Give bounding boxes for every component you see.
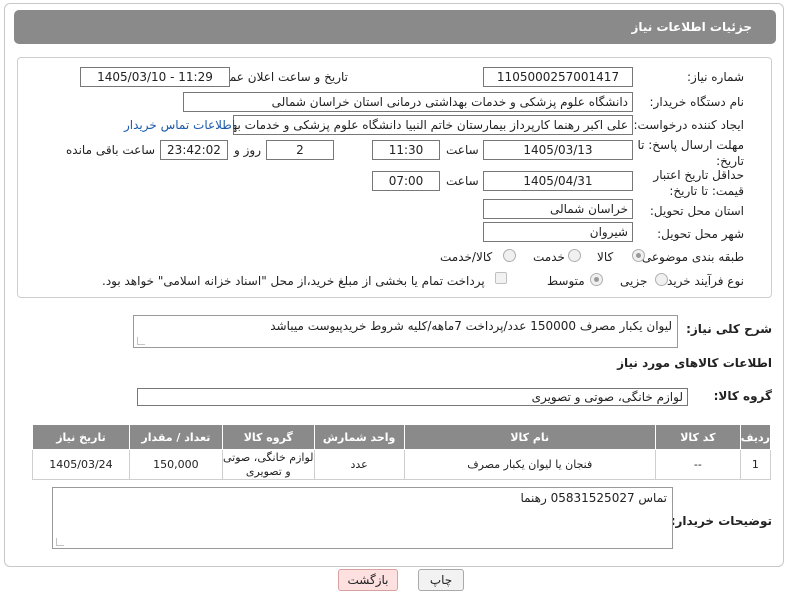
category-label: طبقه بندی موضوعی: bbox=[637, 250, 744, 264]
deadline-date-field: 1405/03/13 bbox=[483, 140, 633, 160]
buyer-label: نام دستگاه خریدار: bbox=[649, 95, 745, 109]
buyer-notes-label: توضیحات خریدار: bbox=[670, 514, 772, 528]
table-cell: -- bbox=[654, 449, 741, 480]
category-service-label: خدمت bbox=[533, 250, 565, 264]
remaining-time-field: 23:42:02 bbox=[160, 140, 228, 160]
category-goods-radio[interactable] bbox=[632, 249, 645, 262]
contact-info-link[interactable]: اطلاعات تماس خریدار bbox=[124, 118, 235, 132]
resize-handle-icon[interactable] bbox=[137, 337, 145, 345]
description-textarea[interactable]: لیوان یکبار مصرف 150000 عدد/پرداخت 7ماهه… bbox=[133, 315, 678, 348]
table-cell: 1 bbox=[739, 449, 772, 480]
creator-field: علی اکبر رهنما کارپرداز بیمارستان خاتم ا… bbox=[233, 115, 633, 135]
process-medium-radio[interactable] bbox=[590, 273, 603, 286]
city-field: شیروان bbox=[483, 222, 633, 242]
table-header-row: ردیف کد کالا نام کالا واحد شمارش گروه کا… bbox=[32, 424, 772, 450]
buyer-notes-textarea[interactable]: تماس 05831525027 رهنما bbox=[52, 487, 673, 549]
table-row: 1 -- فنجان یا لیوان یکبار مصرف عدد لوازم… bbox=[32, 449, 772, 480]
category-goods-service-label: کالا/خدمت bbox=[440, 250, 493, 264]
deadline-label: مهلت ارسال پاسخ: تا تاریخ: bbox=[637, 138, 744, 168]
table-cell: عدد bbox=[313, 449, 405, 480]
goods-group-field: لوازم خانگی، صوتی و تصویری bbox=[137, 388, 688, 406]
treasury-payment-checkbox[interactable] bbox=[495, 272, 507, 284]
column-header: تعداد / مقدار bbox=[128, 424, 223, 450]
category-goods-service-radio[interactable] bbox=[503, 249, 516, 262]
treasury-payment-note: پرداخت تمام یا بخشی از مبلغ خرید،از محل … bbox=[102, 274, 485, 288]
days-label: روز و bbox=[234, 143, 261, 157]
column-header: تاریخ نیاز bbox=[32, 424, 130, 450]
days-field: 2 bbox=[266, 140, 334, 160]
buyer-field: دانشگاه علوم پزشکی و خدمات بهداشتی درمان… bbox=[183, 92, 633, 112]
process-label: نوع فرآیند خرید : bbox=[659, 274, 744, 288]
description-label: شرح کلی نیاز: bbox=[686, 322, 772, 336]
deadline-time-label: ساعت bbox=[446, 143, 479, 157]
price-validity-label: حداقل تاریخ اعتبار قیمت: تا تاریخ: bbox=[653, 168, 744, 198]
goods-group-label: گروه کالا: bbox=[713, 389, 772, 403]
column-header: کد کالا bbox=[654, 424, 741, 450]
resize-handle-icon[interactable] bbox=[56, 538, 64, 546]
back-button[interactable]: بازگشت bbox=[338, 569, 398, 591]
need-number-field: 1105000257001417 bbox=[483, 67, 633, 87]
need-number-label: شماره نیاز: bbox=[687, 70, 744, 84]
deadline-time-field: 11:30 bbox=[372, 140, 440, 160]
city-label: شهر محل تحویل: bbox=[657, 227, 744, 241]
table-cell: 150,000 bbox=[128, 449, 223, 480]
buyer-notes-text: تماس 05831525027 رهنما bbox=[520, 491, 667, 505]
description-text: لیوان یکبار مصرف 150000 عدد/پرداخت 7ماهه… bbox=[270, 319, 672, 333]
process-partial-radio[interactable] bbox=[655, 273, 668, 286]
price-validity-time-field: 07:00 bbox=[372, 171, 440, 191]
announce-field: 1405/03/10 - 11:29 bbox=[80, 67, 230, 87]
process-medium-label: متوسط bbox=[547, 274, 585, 288]
process-partial-label: جزیی bbox=[620, 274, 648, 288]
table-cell: فنجان یا لیوان یکبار مصرف bbox=[403, 449, 656, 480]
items-table: ردیف کد کالا نام کالا واحد شمارش گروه کا… bbox=[32, 424, 772, 480]
column-header: واحد شمارش bbox=[313, 424, 405, 450]
page-title: جزئیات اطلاعات نیاز bbox=[14, 10, 776, 44]
table-cell: 1405/03/24 bbox=[32, 449, 130, 480]
column-header: ردیف bbox=[739, 424, 772, 450]
province-label: استان محل تحویل: bbox=[649, 204, 744, 218]
table-cell: لوازم خانگی، صوتی و تصویری bbox=[221, 449, 315, 480]
column-header: نام کالا bbox=[403, 424, 656, 450]
goods-info-title: اطلاعات کالاهای مورد نیاز bbox=[617, 356, 772, 370]
creator-label: ایجاد کننده درخواست: bbox=[633, 118, 744, 132]
price-validity-date-field: 1405/04/31 bbox=[483, 171, 633, 191]
province-field: خراسان شمالی bbox=[483, 199, 633, 219]
remaining-label: ساعت باقی مانده bbox=[66, 143, 156, 157]
category-service-radio[interactable] bbox=[568, 249, 581, 262]
category-goods-label: کالا bbox=[597, 250, 614, 264]
column-header: گروه کالا bbox=[221, 424, 315, 450]
print-button[interactable]: چاپ bbox=[418, 569, 464, 591]
price-validity-time-label: ساعت bbox=[446, 174, 479, 188]
